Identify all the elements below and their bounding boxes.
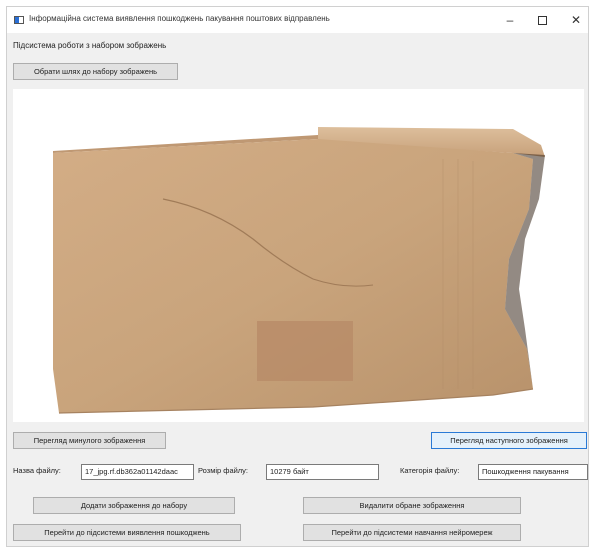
- select-path-button[interactable]: Обрати шлях до набору зображень: [13, 63, 178, 80]
- minimize-button[interactable]: –: [493, 10, 527, 30]
- app-window: Інформаційна система виявлення пошкоджен…: [6, 6, 589, 547]
- close-button[interactable]: ✕: [559, 10, 588, 30]
- cardboard-box-image: [53, 127, 545, 414]
- file-name-label: Назва файлу:: [13, 466, 61, 475]
- go-training-button[interactable]: Перейти до підсистеми навчання нейромере…: [303, 524, 521, 541]
- add-image-button[interactable]: Додати зображення до набору: [33, 497, 235, 514]
- window-title: Інформаційна система виявлення пошкоджен…: [29, 14, 330, 23]
- app-icon: [14, 16, 24, 24]
- file-category-field[interactable]: Пошкодження пакування: [478, 464, 588, 480]
- next-image-button[interactable]: Перегляд наступного зображення: [431, 432, 587, 449]
- subsystem-label: Підсистема роботи з набором зображень: [13, 41, 167, 50]
- delete-image-button[interactable]: Видалити обране зображення: [303, 497, 521, 514]
- title-bar: Інформаційна система виявлення пошкоджен…: [7, 7, 588, 33]
- go-detection-button[interactable]: Перейти до підсистеми виявлення пошкодже…: [13, 524, 241, 541]
- image-preview: [13, 89, 584, 422]
- prev-image-button[interactable]: Перегляд минулого зображення: [13, 432, 166, 449]
- file-size-field[interactable]: 10279 байт: [266, 464, 379, 480]
- file-size-label: Розмір файлу:: [198, 466, 249, 475]
- file-name-field[interactable]: 17_jpg.rf.db362a01142daac: [81, 464, 194, 480]
- shipping-tape: [257, 321, 353, 381]
- maximize-icon: [537, 16, 547, 26]
- maximize-button[interactable]: [525, 10, 559, 30]
- file-category-label: Категорія файлу:: [400, 466, 460, 475]
